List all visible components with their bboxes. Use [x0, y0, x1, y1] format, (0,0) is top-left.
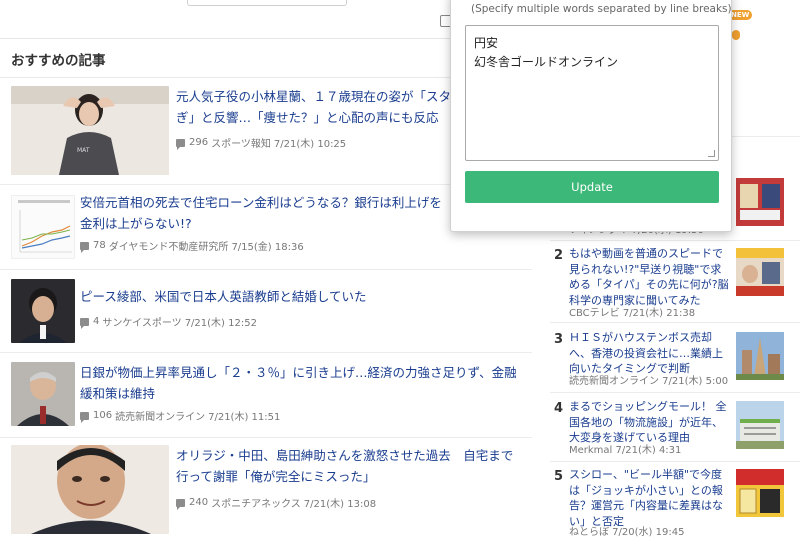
article-source: スポニチアネックス — [211, 499, 301, 510]
article-thumbnail[interactable] — [11, 362, 75, 426]
svg-text:MAT: MAT — [77, 147, 90, 154]
ranking-meta: ねとらぼ 7/20(水) 19:45 — [569, 527, 685, 538]
rank-number: 5 — [554, 469, 564, 484]
comment-count: 106 — [93, 410, 113, 421]
divider — [550, 322, 800, 323]
comment-icon — [176, 498, 185, 510]
article-title[interactable]: 行って謝罪「俺が完全にミスった」 — [176, 466, 532, 487]
ranking-title[interactable]: スシロー、"ビール半額"で今度は「ジョッキが小さい」との報告？運営元「内容量に差… — [569, 467, 729, 529]
divider — [0, 269, 532, 270]
words-textarea[interactable]: 円安 幻冬舎ゴールドオンライン — [465, 25, 719, 161]
article-meta: 78 ダイヤモンド不動産研究所 7/15(金) 18:36 — [80, 238, 304, 253]
ranking-title[interactable]: もはや動画を普通のスピードで見られない!?"早送り視聴"で求める「タイパ」その先… — [569, 246, 729, 308]
ranking-thumbnail[interactable] — [736, 248, 784, 296]
comment-count: 240 — [189, 497, 209, 508]
article-date: 7/21(木) 10:25 — [273, 139, 347, 150]
article-source: ダイヤモンド不動産研究所 — [108, 242, 229, 253]
article-date: 7/21(木) 13:08 — [303, 499, 377, 510]
article-date: 7/15(金) 18:36 — [231, 242, 304, 253]
comment-count: 4 — [93, 316, 100, 327]
article-item[interactable]: ピース綾部、米国で日本人英語教師と結婚していた 4 サンケイスポーツ 7/21(… — [0, 279, 532, 353]
article-source: サンケイスポーツ — [102, 318, 182, 329]
ranking-meta: 読売新聞オンライン 7/21(木) 5:00 — [569, 376, 729, 387]
article-item[interactable]: 日銀が物価上昇率見通し「２・３％」に引き上げ…経済の力強さ足りず、金融 緩和策は… — [0, 362, 532, 438]
comment-count: 78 — [93, 240, 106, 251]
ranking-title[interactable]: まるでショッピングモール！ 全国各地の「物流施設」が近年、大変身を遂げている理由 — [569, 399, 729, 446]
divider — [550, 461, 800, 462]
ranking-thumbnail[interactable] — [736, 469, 784, 517]
divider — [0, 437, 532, 438]
divider — [0, 352, 532, 353]
article-thumbnail[interactable] — [11, 445, 169, 534]
rank-number: 2 — [554, 248, 564, 263]
ranking-meta: CBCテレビ 7/21(木) 21:38 — [569, 308, 696, 319]
article-title[interactable]: 緩和策は維持 — [80, 383, 532, 404]
article-date: 7/21(木) 11:51 — [208, 412, 281, 423]
section-title: おすすめの記事 — [11, 53, 106, 69]
comment-icon — [80, 317, 89, 329]
ranking-title[interactable]: ＨＩＳがハウステンボス売却へ、香港の投資会社に…業績上向いたタイミングで判断 — [569, 330, 729, 377]
ranking-thumbnail[interactable] — [736, 178, 784, 226]
word-filter-popup: (Specify multiple words separated by lin… — [450, 0, 732, 232]
popup-hint: (Specify multiple words separated by lin… — [471, 3, 732, 15]
comment-icon — [80, 411, 89, 423]
article-title[interactable]: ピース綾部、米国で日本人英語教師と結婚していた — [80, 286, 532, 307]
word-line: 幻冬舎ゴールドオンライン — [474, 55, 619, 69]
article-source: スポーツ報知 — [211, 139, 271, 150]
article-meta: 240 スポニチアネックス 7/21(木) 13:08 — [176, 495, 376, 510]
article-date: 7/21(木) 12:52 — [184, 318, 257, 329]
new-badge-dot — [732, 30, 740, 40]
article-thumbnail[interactable] — [11, 279, 75, 343]
divider — [550, 392, 800, 393]
comment-icon — [176, 138, 185, 150]
article-thumbnail[interactable]: MAT — [11, 86, 169, 175]
ranking-meta: Merkmal 7/21(木) 4:31 — [569, 445, 682, 456]
rank-number: 4 — [554, 401, 564, 416]
comment-count: 296 — [189, 137, 209, 148]
divider — [550, 240, 800, 241]
article-source: 読売新聞オンライン — [115, 412, 206, 423]
word-line: 円安 — [474, 36, 499, 50]
resize-handle-icon[interactable] — [708, 150, 715, 157]
article-title[interactable]: 日銀が物価上昇率見通し「２・３％」に引き上げ…経済の力強さ足りず、金融 — [80, 362, 532, 383]
article-meta-row: 78 ダイヤモンド不動産研究所 7/15(金) 18:36 — [0, 238, 532, 253]
article-meta: 4 サンケイスポーツ 7/21(木) 12:52 — [80, 314, 257, 329]
comment-icon — [80, 241, 89, 253]
article-meta: 296 スポーツ報知 7/21(木) 10:25 — [176, 135, 346, 150]
ranking-thumbnail[interactable] — [736, 332, 784, 380]
ranking-thumbnail[interactable] — [736, 401, 784, 449]
article-meta: 106 読売新聞オンライン 7/21(木) 11:51 — [80, 408, 280, 423]
rank-number: 3 — [554, 332, 564, 347]
article-title[interactable]: オリラジ・中田、島田紳助さんを激怒させた過去 自宅まで — [176, 445, 532, 466]
search-box[interactable] — [187, 0, 347, 6]
article-item[interactable]: オリラジ・中田、島田紳助さんを激怒させた過去 自宅まで 行って謝罪「俺が完全にミ… — [0, 445, 532, 539]
update-button[interactable]: Update — [465, 171, 719, 203]
